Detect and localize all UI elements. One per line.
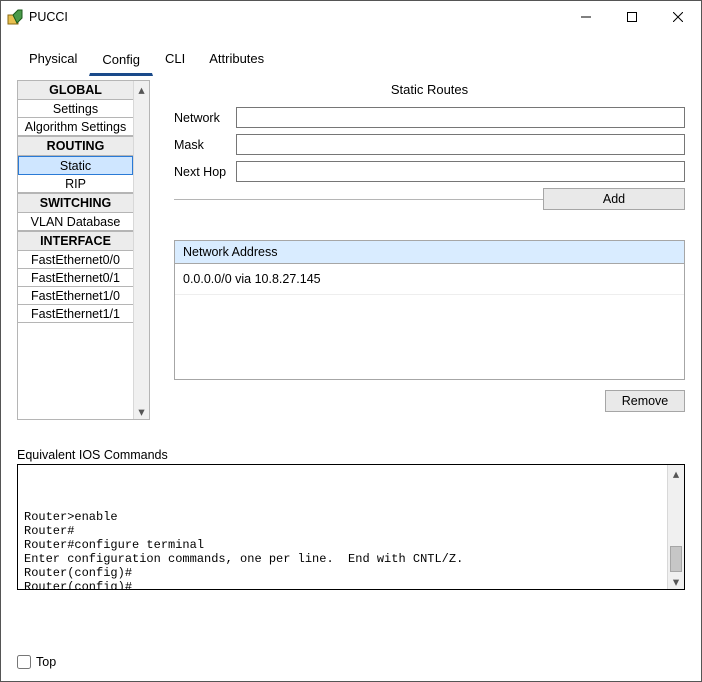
sidebar-header-switching: SWITCHING	[18, 193, 133, 213]
scroll-up-icon[interactable]: ▴	[668, 465, 684, 481]
routes-table: Network Address 0.0.0.0/0 via 10.8.27.14…	[174, 240, 685, 380]
ios-output[interactable]: Router>enable Router# Router#configure t…	[18, 465, 667, 589]
network-input[interactable]	[236, 107, 685, 128]
window-title: PUCCI	[29, 10, 68, 24]
minimize-button[interactable]	[563, 2, 609, 32]
sidebar-scrollbar[interactable]: ▴ ▾	[133, 81, 149, 419]
sidebar-item-rip[interactable]: RIP	[18, 175, 133, 193]
sidebar-item-vlan-database[interactable]: VLAN Database	[18, 213, 133, 231]
divider	[174, 199, 543, 200]
nexthop-input[interactable]	[236, 161, 685, 182]
tab-config[interactable]: Config	[89, 47, 153, 76]
close-button[interactable]	[655, 2, 701, 32]
top-checkbox[interactable]	[17, 655, 31, 669]
sidebar: GLOBAL Settings Algorithm Settings ROUTI…	[17, 80, 150, 420]
tab-physical[interactable]: Physical	[17, 47, 89, 76]
mask-label: Mask	[174, 138, 236, 152]
remove-button[interactable]: Remove	[605, 390, 685, 412]
footer: Top	[17, 655, 56, 669]
sidebar-item-static[interactable]: Static	[18, 156, 133, 175]
sidebar-header-global: GLOBAL	[18, 81, 133, 100]
top-label: Top	[36, 655, 56, 669]
sidebar-header-interface: INTERFACE	[18, 231, 133, 251]
titlebar: PUCCI	[1, 1, 701, 33]
scroll-up-icon[interactable]: ▴	[134, 81, 149, 97]
ios-console: Router>enable Router# Router#configure t…	[17, 464, 685, 590]
app-icon	[7, 9, 23, 25]
sidebar-item-fe11[interactable]: FastEthernet1/1	[18, 305, 133, 323]
tab-cli[interactable]: CLI	[153, 47, 197, 76]
sidebar-item-fe00[interactable]: FastEthernet0/0	[18, 251, 133, 269]
sidebar-item-fe10[interactable]: FastEthernet1/0	[18, 287, 133, 305]
ios-label: Equivalent IOS Commands	[17, 448, 685, 462]
sidebar-item-algorithm-settings[interactable]: Algorithm Settings	[18, 118, 133, 136]
scroll-down-icon[interactable]: ▾	[134, 403, 149, 419]
scroll-thumb[interactable]	[670, 546, 682, 572]
maximize-button[interactable]	[609, 2, 655, 32]
nexthop-label: Next Hop	[174, 165, 236, 179]
panel-title: Static Routes	[174, 82, 685, 97]
sidebar-item-settings[interactable]: Settings	[18, 100, 133, 118]
sidebar-item-fe01[interactable]: FastEthernet0/1	[18, 269, 133, 287]
add-button[interactable]: Add	[543, 188, 685, 210]
routes-table-row[interactable]: 0.0.0.0/0 via 10.8.27.145	[175, 264, 684, 295]
network-label: Network	[174, 111, 236, 125]
ios-scrollbar[interactable]: ▴ ▾	[667, 465, 684, 589]
main-panel: Static Routes Network Mask Next Hop Add …	[150, 80, 685, 420]
sidebar-header-routing: ROUTING	[18, 136, 133, 156]
routes-table-header: Network Address	[175, 241, 684, 264]
mask-input[interactable]	[236, 134, 685, 155]
tab-attributes[interactable]: Attributes	[197, 47, 276, 76]
tabs: Physical Config CLI Attributes	[1, 47, 701, 76]
scroll-down-icon[interactable]: ▾	[668, 573, 684, 589]
